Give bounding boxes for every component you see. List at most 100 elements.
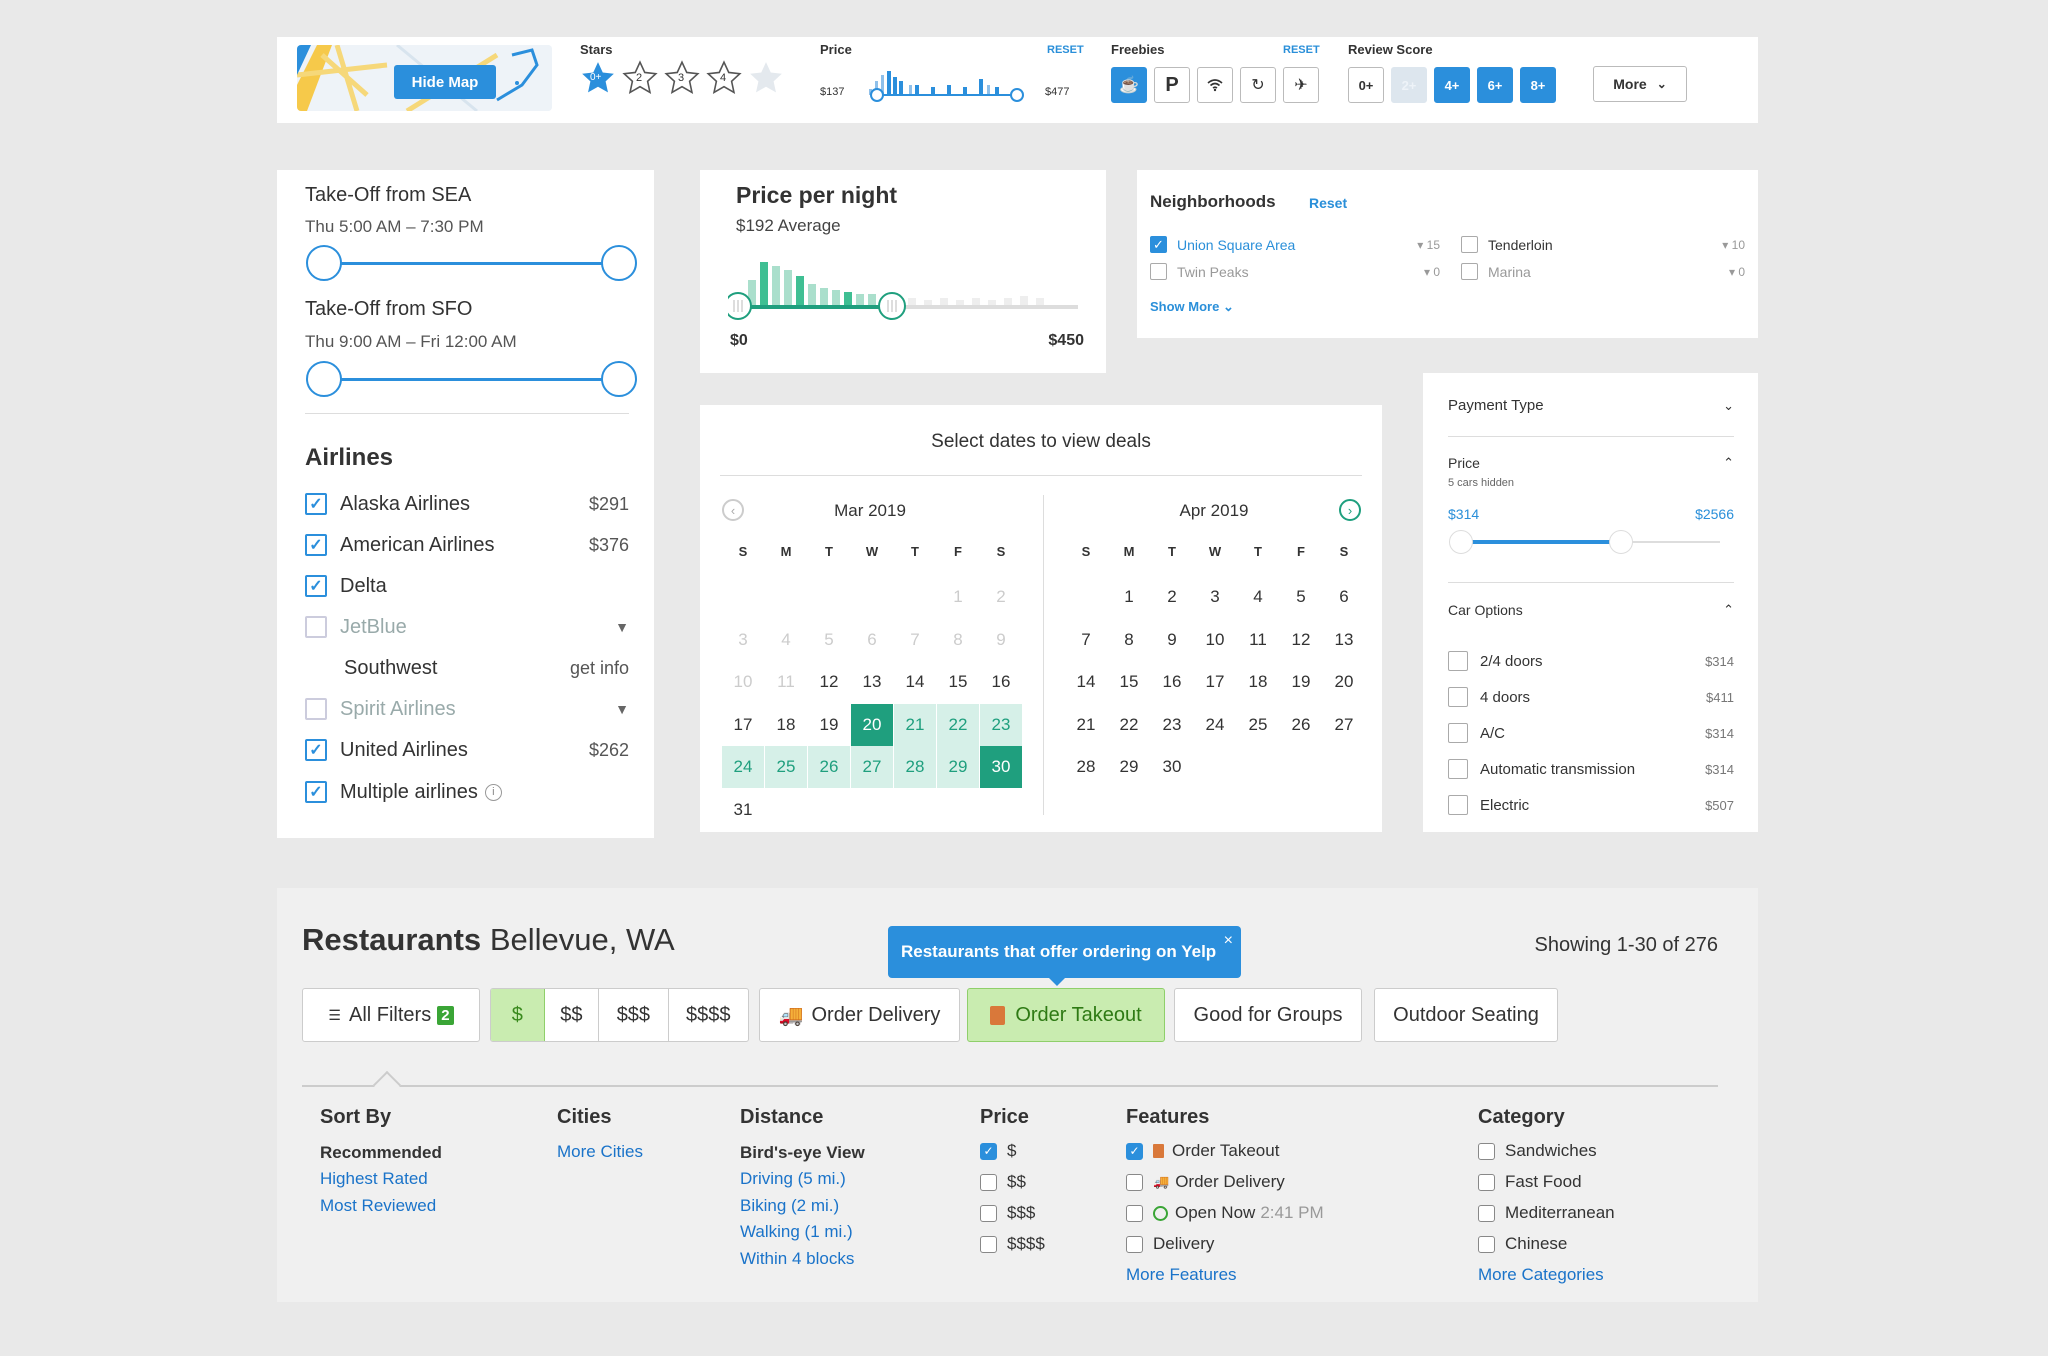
sort-recommended[interactable]: Recommended bbox=[320, 1143, 442, 1163]
day-apr-26[interactable]: 26 bbox=[1280, 704, 1322, 746]
info-icon[interactable]: i bbox=[484, 783, 502, 801]
sort-highest-rated[interactable]: Highest Rated bbox=[320, 1169, 428, 1189]
sea-slider-end-handle[interactable] bbox=[601, 245, 637, 281]
day-apr-13[interactable]: 13 bbox=[1323, 619, 1365, 661]
order-delivery-button[interactable]: 🚚 Order Delivery bbox=[759, 988, 960, 1042]
price-2-checkbox[interactable]: $$ bbox=[980, 1172, 1026, 1192]
airline-row-american[interactable]: ✓ American Airlines $376 bbox=[305, 530, 629, 560]
day-apr-27[interactable]: 27 bbox=[1323, 704, 1365, 746]
day-apr-24[interactable]: 24 bbox=[1194, 704, 1236, 746]
more-features-link[interactable]: More Features bbox=[1126, 1265, 1237, 1285]
neighborhood-tenderloin[interactable]: Tenderloin ▾ 10 bbox=[1461, 236, 1745, 253]
checkbox-unchecked[interactable] bbox=[1478, 1142, 1495, 1160]
day-mar-26[interactable]: 26 bbox=[808, 746, 850, 788]
checkbox-unchecked[interactable] bbox=[1126, 1235, 1143, 1253]
airport-icon[interactable]: ✈ bbox=[1283, 67, 1319, 103]
category-sandwiches[interactable]: Sandwiches bbox=[1478, 1141, 1597, 1161]
outdoor-seating-button[interactable]: Outdoor Seating bbox=[1374, 988, 1558, 1042]
checkbox-unchecked[interactable] bbox=[1478, 1204, 1495, 1222]
car-options-toggle[interactable]: Car Options ⌃ bbox=[1448, 602, 1734, 618]
price-4-button[interactable]: $$$$ bbox=[669, 989, 748, 1041]
checkbox-unchecked[interactable]: ✓ bbox=[305, 698, 327, 720]
checkbox-unchecked[interactable] bbox=[1478, 1173, 1495, 1191]
checkbox-unchecked[interactable] bbox=[1448, 795, 1468, 815]
neighborhoods-reset-link[interactable]: Reset bbox=[1309, 195, 1347, 211]
hide-map-button[interactable]: Hide Map bbox=[394, 65, 496, 99]
day-apr-14[interactable]: 14 bbox=[1065, 661, 1107, 703]
price-section-toggle[interactable]: Price ⌃ bbox=[1448, 455, 1734, 471]
feature-open-now[interactable]: Open Now 2:41 PM bbox=[1126, 1203, 1324, 1223]
day-apr-15[interactable]: 15 bbox=[1108, 661, 1150, 703]
price-2-button[interactable]: $$ bbox=[545, 989, 600, 1041]
price-1-checkbox[interactable]: ✓ $ bbox=[980, 1141, 1016, 1161]
day-mar-31[interactable]: 31 bbox=[722, 789, 764, 831]
checkbox-checked[interactable]: ✓ bbox=[980, 1142, 997, 1160]
checkbox-unchecked[interactable] bbox=[1461, 236, 1478, 253]
day-mar-19[interactable]: 19 bbox=[808, 704, 850, 746]
airline-row-spirit[interactable]: ✓ Spirit Airlines ▼ bbox=[305, 694, 629, 724]
day-apr-10[interactable]: 10 bbox=[1194, 619, 1236, 661]
day-apr-16[interactable]: 16 bbox=[1151, 661, 1193, 703]
day-apr-21[interactable]: 21 bbox=[1065, 704, 1107, 746]
car-option-row[interactable]: Automatic transmission $314 bbox=[1448, 757, 1734, 781]
day-mar-29[interactable]: 29 bbox=[937, 746, 979, 788]
day-mar-28[interactable]: 28 bbox=[894, 746, 936, 788]
day-mar-20[interactable]: 20 bbox=[851, 703, 893, 746]
checkbox-checked[interactable]: ✓ bbox=[305, 575, 327, 597]
checkbox-unchecked[interactable] bbox=[1448, 759, 1468, 779]
checkbox-checked[interactable]: ✓ bbox=[305, 739, 327, 761]
order-takeout-button[interactable]: Order Takeout bbox=[967, 988, 1165, 1042]
car-price-max-handle[interactable] bbox=[1609, 530, 1633, 554]
airline-row-alaska[interactable]: ✓ Alaska Airlines $291 bbox=[305, 489, 629, 519]
sort-most-reviewed[interactable]: Most Reviewed bbox=[320, 1196, 436, 1216]
price-3-button[interactable]: $$$ bbox=[599, 989, 669, 1041]
day-mar-13[interactable]: 13 bbox=[851, 661, 893, 703]
show-more-link[interactable]: Show More ⌄ bbox=[1150, 299, 1234, 315]
day-apr-22[interactable]: 22 bbox=[1108, 704, 1150, 746]
day-apr-11[interactable]: 11 bbox=[1237, 619, 1279, 661]
price-3-checkbox[interactable]: $$$ bbox=[980, 1203, 1035, 1223]
sea-slider-start-handle[interactable] bbox=[306, 245, 342, 281]
day-apr-6[interactable]: 6 bbox=[1323, 576, 1365, 618]
distance-birds-eye[interactable]: Bird's-eye View bbox=[740, 1143, 865, 1163]
category-fast-food[interactable]: Fast Food bbox=[1478, 1172, 1582, 1192]
star-4-icon[interactable]: 4 bbox=[705, 59, 742, 97]
review-0-button[interactable]: 0+ bbox=[1348, 67, 1384, 103]
review-4-button[interactable]: 4+ bbox=[1434, 67, 1470, 103]
star-2-icon[interactable]: 2 bbox=[621, 59, 658, 97]
day-apr-12[interactable]: 12 bbox=[1280, 619, 1322, 661]
prev-month-icon[interactable]: ‹ bbox=[722, 499, 744, 521]
review-6-button[interactable]: 6+ bbox=[1477, 67, 1513, 103]
day-apr-23[interactable]: 23 bbox=[1151, 704, 1193, 746]
day-mar-15[interactable]: 15 bbox=[937, 661, 979, 703]
feature-delivery[interactable]: Delivery bbox=[1126, 1234, 1214, 1254]
price-reset-link[interactable]: RESET bbox=[1047, 44, 1084, 56]
good-for-groups-button[interactable]: Good for Groups bbox=[1174, 988, 1362, 1042]
map-thumbnail[interactable]: Hide Map bbox=[297, 45, 552, 111]
day-apr-30[interactable]: 30 bbox=[1151, 746, 1193, 788]
price-4-checkbox[interactable]: $$$$ bbox=[980, 1234, 1045, 1254]
car-option-row[interactable]: A/C $314 bbox=[1448, 721, 1734, 745]
day-mar-17[interactable]: 17 bbox=[722, 704, 764, 746]
all-filters-button[interactable]: ☰ All Filters 2 bbox=[302, 988, 480, 1042]
feature-order-delivery[interactable]: 🚚 Order Delivery bbox=[1126, 1172, 1285, 1192]
checkbox-checked[interactable]: ✓ bbox=[1126, 1142, 1143, 1160]
more-filters-button[interactable]: More ⌄ bbox=[1593, 66, 1687, 102]
freebies-reset-link[interactable]: RESET bbox=[1283, 44, 1320, 56]
day-apr-17[interactable]: 17 bbox=[1194, 661, 1236, 703]
checkbox-unchecked[interactable] bbox=[1126, 1173, 1143, 1191]
checkbox-unchecked[interactable] bbox=[980, 1235, 997, 1253]
car-price-min-handle[interactable] bbox=[1449, 530, 1473, 554]
checkbox-unchecked[interactable] bbox=[1478, 1235, 1495, 1253]
more-categories-link[interactable]: More Categories bbox=[1478, 1265, 1604, 1285]
star-0-icon[interactable]: 0+ bbox=[579, 59, 615, 97]
wifi-icon[interactable] bbox=[1197, 67, 1233, 103]
review-8-button[interactable]: 8+ bbox=[1520, 67, 1556, 103]
star-5-icon[interactable] bbox=[747, 59, 783, 97]
get-info-link[interactable]: get info bbox=[570, 658, 629, 679]
checkbox-unchecked[interactable] bbox=[1461, 263, 1478, 280]
category-chinese[interactable]: Chinese bbox=[1478, 1234, 1567, 1254]
car-option-row[interactable]: 4 doors $411 bbox=[1448, 685, 1734, 709]
payment-type-toggle[interactable]: Payment Type ⌄ bbox=[1448, 397, 1734, 414]
shuttle-icon[interactable]: ↻ bbox=[1240, 67, 1276, 103]
